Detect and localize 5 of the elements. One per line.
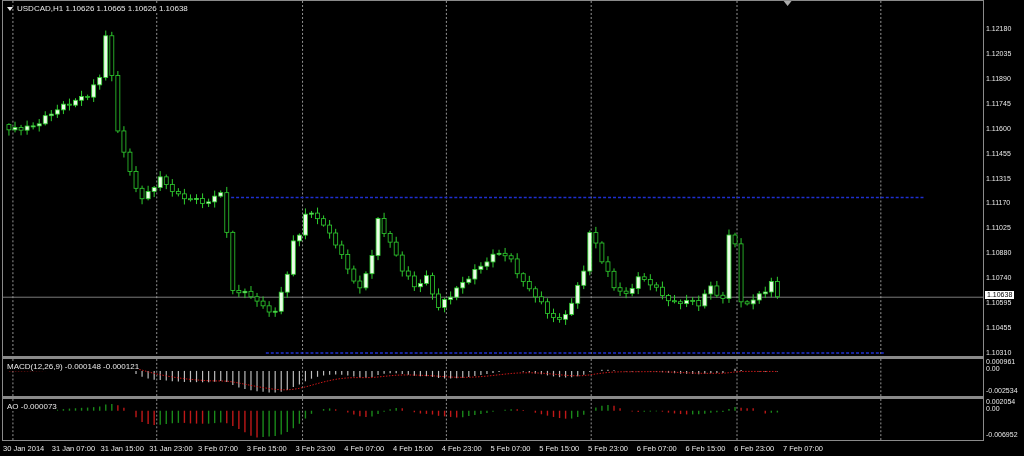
chart-title: USDCAD,H1 1.10626 1.10665 1.10626 1.10638 — [17, 4, 188, 13]
chart-shift-marker-icon[interactable] — [783, 1, 792, 6]
macd-label: MACD(12,26,9) -0.000148 -0.000121 — [7, 362, 140, 371]
dropdown-triangle-icon[interactable] — [7, 6, 13, 11]
ao-label: AO -0.000073 — [7, 402, 57, 411]
